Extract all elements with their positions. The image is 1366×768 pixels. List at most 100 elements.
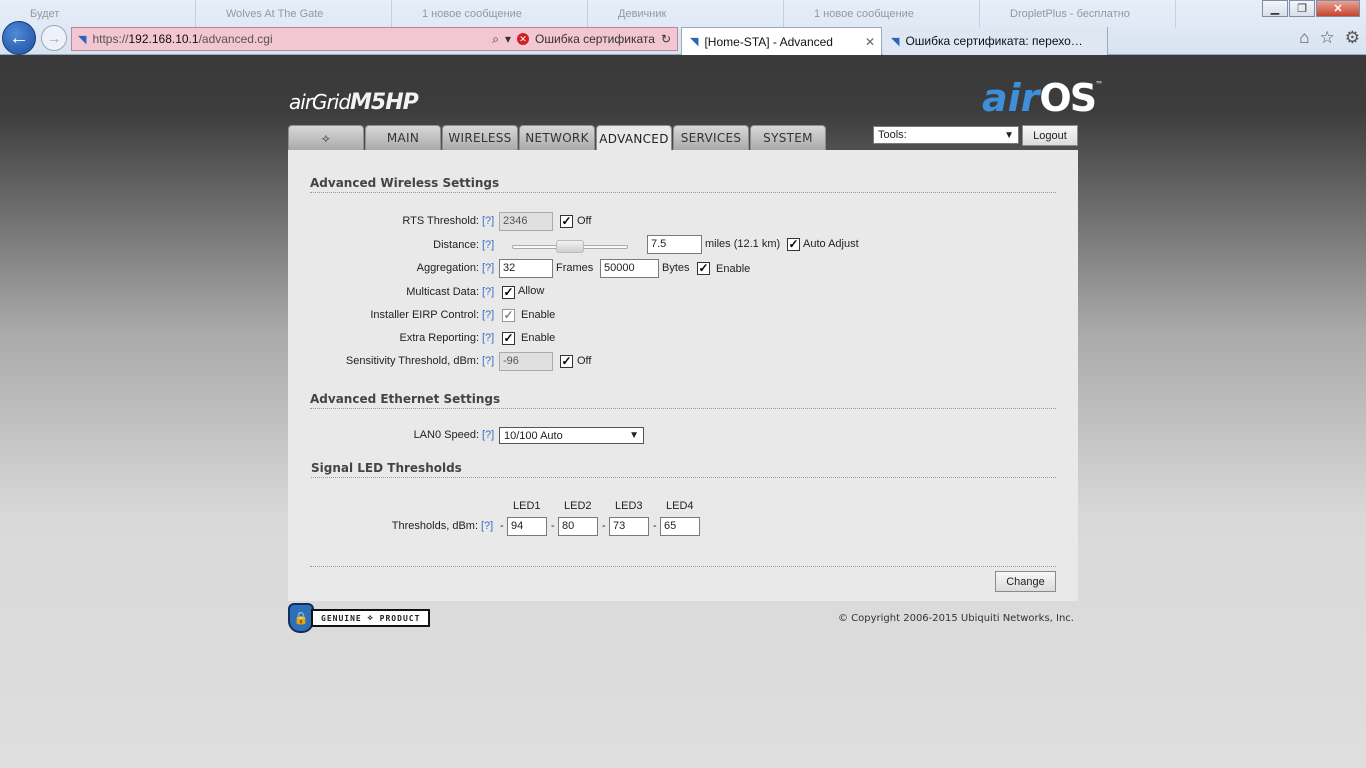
chevron-down-icon: ▼ bbox=[629, 430, 639, 441]
help-link[interactable]: [?] bbox=[481, 520, 493, 532]
browser-toolbar-right: ⌂ ☆ ⚙ bbox=[1299, 28, 1360, 48]
copyright-text: © Copyright 2006-2015 Ubiquiti Networks,… bbox=[838, 613, 1074, 624]
url-text: https://192.168.10.1/advanced.cgi bbox=[92, 32, 273, 46]
sensitivity-off-checkbox[interactable]: ✓ bbox=[560, 355, 573, 368]
lan0-speed-label: LAN0 Speed: bbox=[413, 429, 479, 441]
refresh-icon[interactable]: ↻ bbox=[661, 32, 671, 46]
close-window-icon[interactable]: ✕ bbox=[1316, 0, 1360, 17]
led2-threshold-input[interactable]: 80 bbox=[558, 517, 598, 536]
tab-ubiquiti-logo[interactable]: ⟡ bbox=[288, 125, 364, 150]
tab-advanced[interactable]: ADVANCED bbox=[596, 125, 672, 151]
browser-tab[interactable]: ◥ Ошибка сертификата: перехо… bbox=[883, 27, 1108, 55]
led3-header: LED3 bbox=[615, 500, 643, 512]
minimize-icon[interactable]: ▁ bbox=[1262, 0, 1288, 17]
browser-chrome: Будет Wolves At The Gate 1 новое сообщен… bbox=[0, 0, 1366, 55]
section-title-wireless: Advanced Wireless Settings bbox=[310, 176, 1056, 193]
background-tab-strip: Будет Wolves At The Gate 1 новое сообщен… bbox=[0, 0, 1366, 28]
background-tab[interactable]: Wolves At The Gate bbox=[196, 0, 392, 28]
tab-system[interactable]: SYSTEM bbox=[750, 125, 826, 150]
bytes-label: Bytes bbox=[662, 262, 690, 274]
settings-gear-icon[interactable]: ⚙ bbox=[1345, 28, 1360, 48]
dash: - bbox=[500, 520, 504, 532]
favorites-star-icon[interactable]: ☆ bbox=[1320, 28, 1335, 48]
cert-error-label[interactable]: Ошибка сертификата bbox=[535, 32, 655, 46]
ubiquiti-logo-icon: ⟡ bbox=[321, 130, 331, 145]
dropdown-arrow-icon[interactable]: ▾ bbox=[505, 32, 511, 46]
eirp-enable-checkbox[interactable]: ✓ bbox=[502, 309, 515, 322]
led4-threshold-input[interactable]: 65 bbox=[660, 517, 700, 536]
divider bbox=[310, 566, 1056, 567]
help-link[interactable]: [?] bbox=[482, 332, 494, 344]
sensitivity-threshold-input[interactable]: -96 bbox=[499, 352, 553, 371]
extra-reporting-checkbox[interactable]: ✓ bbox=[502, 332, 515, 345]
multicast-label: Multicast Data: bbox=[406, 286, 479, 298]
dash: - bbox=[653, 520, 657, 532]
distance-input[interactable]: 7.5 bbox=[647, 235, 702, 254]
tab-main[interactable]: MAIN bbox=[365, 125, 441, 150]
airos-logo: airOS™ bbox=[982, 76, 1104, 120]
multicast-allow-label: Allow bbox=[518, 285, 545, 297]
tab-services[interactable]: SERVICES bbox=[673, 125, 749, 150]
distance-slider-handle[interactable] bbox=[556, 240, 584, 253]
tools-select[interactable]: Tools: ▼ bbox=[873, 126, 1019, 144]
tab-page-icon: ◥ bbox=[690, 36, 699, 48]
tab-title: Ошибка сертификата: перехо… bbox=[905, 34, 1083, 48]
led3-threshold-input[interactable]: 73 bbox=[609, 517, 649, 536]
background-tab[interactable]: 1 новое сообщение bbox=[392, 0, 588, 28]
led1-threshold-input[interactable]: 94 bbox=[507, 517, 547, 536]
frames-label: Frames bbox=[556, 262, 594, 274]
section-title-ethernet: Advanced Ethernet Settings bbox=[310, 392, 1056, 409]
help-link[interactable]: [?] bbox=[482, 429, 494, 441]
section-title-led: Signal LED Thresholds bbox=[311, 461, 1056, 478]
tab-title: [Home-STA] - Advanced bbox=[704, 34, 833, 49]
dash: - bbox=[602, 520, 606, 532]
help-link[interactable]: [?] bbox=[482, 262, 494, 274]
tab-network[interactable]: NETWORK bbox=[519, 125, 595, 150]
auto-adjust-checkbox[interactable]: ✓ bbox=[787, 238, 800, 251]
forward-arrow-icon: → bbox=[47, 30, 61, 46]
back-arrow-icon: ← bbox=[9, 26, 29, 49]
search-icon[interactable]: ⌕ bbox=[492, 32, 499, 47]
lan0-speed-value: 10/100 Auto bbox=[504, 429, 563, 442]
extra-reporting-enable-label: Enable bbox=[521, 332, 556, 344]
change-button[interactable]: Change bbox=[995, 571, 1056, 592]
back-button[interactable]: ← bbox=[2, 21, 36, 55]
page-icon: ◥ bbox=[78, 33, 87, 46]
led2-header: LED2 bbox=[564, 500, 592, 512]
aggregation-frames-input[interactable]: 32 bbox=[499, 259, 553, 278]
aggregation-label: Aggregation: bbox=[416, 262, 479, 274]
help-link[interactable]: [?] bbox=[482, 355, 494, 367]
help-link[interactable]: [?] bbox=[482, 215, 494, 227]
extra-reporting-label: Extra Reporting: bbox=[399, 332, 479, 344]
product-logo: airGridM5HP bbox=[289, 90, 419, 115]
window-controls: ▁ ❐ ✕ bbox=[1261, 0, 1360, 17]
help-link[interactable]: [?] bbox=[482, 309, 494, 321]
multicast-allow-checkbox[interactable]: ✓ bbox=[502, 286, 515, 299]
genuine-product-label: GENUINE ⟡ PRODUCT bbox=[311, 609, 431, 627]
forward-button[interactable]: → bbox=[41, 25, 67, 51]
lan0-speed-select[interactable]: 10/100 Auto ▼ bbox=[499, 427, 644, 444]
background-tab[interactable]: DropletPlus - бесплатно bbox=[980, 0, 1176, 28]
address-bar[interactable]: ◥ https://192.168.10.1/advanced.cgi ⌕ ▾ … bbox=[71, 27, 678, 51]
tab-wireless[interactable]: WIRELESS bbox=[442, 125, 518, 150]
distance-unit: miles (12.1 km) bbox=[705, 238, 781, 250]
aggregation-enable-checkbox[interactable]: ✓ bbox=[697, 262, 710, 275]
background-tab[interactable]: Девичник bbox=[588, 0, 784, 28]
restore-icon[interactable]: ❐ bbox=[1289, 0, 1315, 17]
rts-threshold-input[interactable]: 2346 bbox=[499, 212, 553, 231]
led4-header: LED4 bbox=[666, 500, 694, 512]
settings-panel: Advanced Wireless Settings RTS Threshold… bbox=[288, 150, 1078, 601]
main-nav-tabs: ⟡ MAIN WIRELESS NETWORK ADVANCED SERVICE… bbox=[288, 125, 827, 151]
rts-off-checkbox[interactable]: ✓ bbox=[560, 215, 573, 228]
ubiquiti-logo-icon: ⟡ bbox=[367, 613, 374, 622]
help-link[interactable]: [?] bbox=[482, 239, 494, 251]
help-link[interactable]: [?] bbox=[482, 286, 494, 298]
close-tab-icon[interactable]: ✕ bbox=[865, 35, 875, 49]
home-icon[interactable]: ⌂ bbox=[1299, 28, 1309, 48]
chevron-down-icon: ▼ bbox=[1004, 129, 1014, 141]
browser-tab-active[interactable]: ◥ [Home-STA] - Advanced ✕ bbox=[681, 27, 882, 55]
background-tab[interactable]: 1 новое сообщение bbox=[784, 0, 980, 28]
aggregation-bytes-input[interactable]: 50000 bbox=[600, 259, 659, 278]
logout-button[interactable]: Logout bbox=[1022, 125, 1078, 146]
tools-select-value: Tools: bbox=[878, 129, 907, 141]
